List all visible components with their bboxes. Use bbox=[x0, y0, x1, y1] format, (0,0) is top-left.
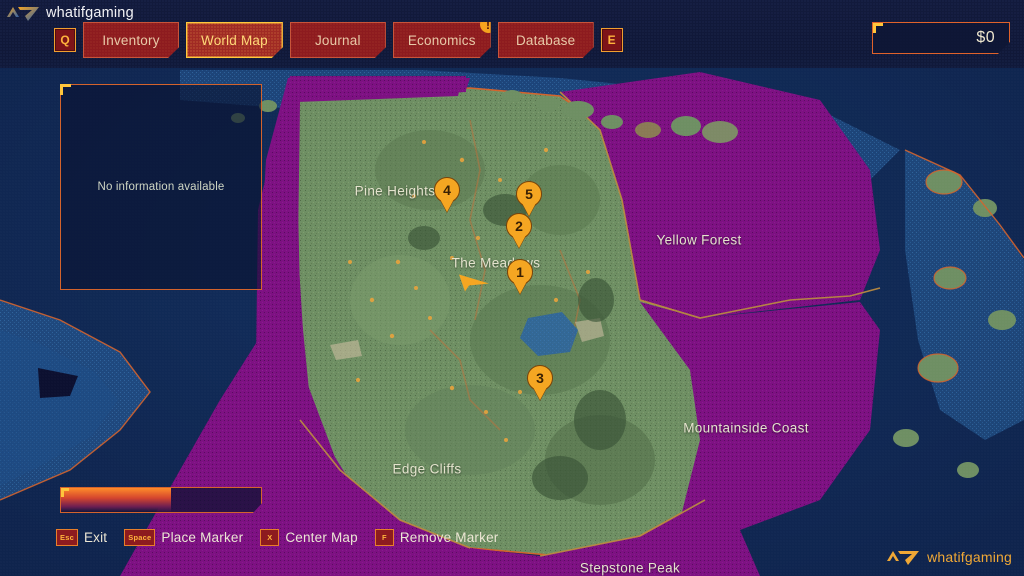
tab-economics-label: Economics bbox=[407, 32, 476, 48]
map-marker-3-number: 3 bbox=[536, 370, 544, 386]
info-panel-message: No information available bbox=[97, 181, 225, 193]
map-marker-1[interactable]: 1 bbox=[507, 259, 533, 294]
region-label-stepstone-peak: Stepstone Peak bbox=[579, 560, 681, 576]
top-bar: whatifgaming Q Inventory World Map Journ… bbox=[0, 0, 1024, 68]
map-marker-5-number: 5 bbox=[525, 186, 533, 202]
map-marker-3[interactable]: 3 bbox=[527, 365, 553, 400]
nav-tabs: Q Inventory World Map Journal Economics … bbox=[54, 22, 623, 58]
map-marker-1-number: 1 bbox=[516, 264, 524, 280]
hint-key-f: F bbox=[374, 529, 394, 546]
region-label-yellow-forest: Yellow Forest bbox=[656, 232, 742, 248]
region-label-pine-heights: Pine Heights bbox=[354, 183, 436, 199]
keycap-e[interactable]: E bbox=[600, 28, 623, 52]
keycap-q[interactable]: Q bbox=[54, 28, 76, 52]
tab-database-label: Database bbox=[515, 32, 576, 48]
info-panel: No information available bbox=[60, 84, 262, 290]
hint-label-remove-marker: Remove Marker bbox=[399, 530, 499, 545]
map-marker-5[interactable]: 5 bbox=[516, 181, 542, 216]
region-label-edge-cliffs: Edge Cliffs bbox=[392, 461, 462, 477]
tab-economics[interactable]: Economics ! bbox=[393, 22, 491, 58]
map-marker-2[interactable]: 2 bbox=[506, 213, 532, 248]
map-marker-2-number: 2 bbox=[515, 218, 523, 234]
region-label-mountainside-coast: Mountainside Coast bbox=[683, 420, 809, 436]
tab-journal-label: Journal bbox=[314, 32, 361, 48]
hint-exit[interactable]: Esc Exit bbox=[56, 529, 107, 546]
hint-label-place-marker: Place Marker bbox=[161, 530, 244, 545]
tab-journal[interactable]: Journal bbox=[290, 22, 386, 58]
hint-key-esc: Esc bbox=[56, 529, 78, 546]
hint-remove-marker[interactable]: F Remove Marker bbox=[374, 529, 499, 546]
hint-label-center-map: Center Map bbox=[285, 530, 358, 545]
watermark-name: whatifgaming bbox=[927, 549, 1012, 565]
brand-logo: whatifgaming bbox=[6, 2, 134, 24]
brand-name: whatifgaming bbox=[46, 5, 134, 21]
map-marker-4-number: 4 bbox=[443, 182, 451, 198]
tab-world-map-label: World Map bbox=[201, 32, 268, 48]
hint-key-x: X bbox=[260, 529, 280, 546]
tab-inventory-label: Inventory bbox=[102, 32, 160, 48]
chevron-logo-icon bbox=[7, 7, 39, 21]
tab-database[interactable]: Database bbox=[498, 22, 594, 58]
currency-display: $0 bbox=[872, 22, 1010, 54]
hint-key-space: Space bbox=[124, 529, 156, 546]
game-screen: Pine Heights The Meadows Yellow Forest M… bbox=[0, 0, 1024, 576]
watermark: whatifgaming bbox=[886, 548, 1012, 566]
progress-bar-fill bbox=[61, 488, 171, 512]
currency-value: $0 bbox=[976, 29, 995, 46]
tab-world-map[interactable]: World Map bbox=[186, 22, 283, 58]
key-hints: Esc Exit Space Place Marker X Center Map… bbox=[56, 529, 498, 546]
map-marker-4[interactable]: 4 bbox=[434, 177, 460, 212]
chevron-logo-icon bbox=[887, 551, 920, 565]
hint-label-exit: Exit bbox=[83, 530, 108, 545]
tab-inventory[interactable]: Inventory bbox=[83, 22, 179, 58]
alert-badge-icon: ! bbox=[480, 16, 497, 33]
hint-center-map[interactable]: X Center Map bbox=[260, 529, 358, 546]
hint-place-marker[interactable]: Space Place Marker bbox=[124, 529, 243, 546]
arrow-cursor-icon bbox=[457, 273, 491, 298]
progress-bar bbox=[60, 487, 262, 513]
